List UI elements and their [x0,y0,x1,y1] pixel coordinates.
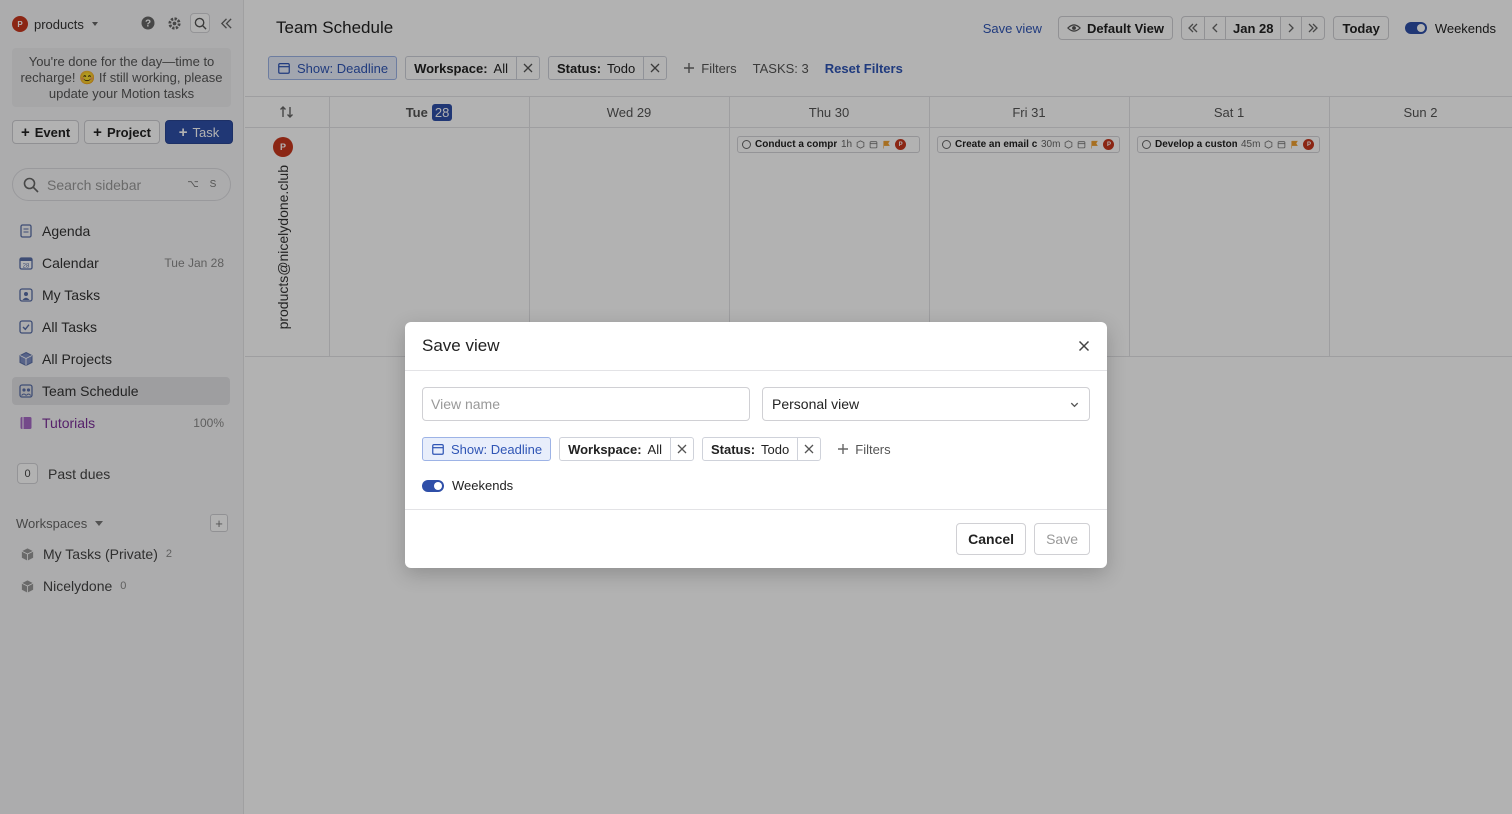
close-icon [804,444,814,454]
workspace-filter-key: Workspace: [568,441,642,457]
weekends-label: Weekends [452,478,514,493]
status-filter-key: Status: [710,441,756,457]
add-filter-button[interactable]: Filters [837,437,891,461]
remove-status-filter-button[interactable] [797,438,820,460]
remove-workspace-filter-button[interactable] [669,438,693,460]
workspace-filter-value: All [647,441,662,457]
show-deadline-label: Show: Deadline [451,441,543,457]
status-filter-value: Todo [761,441,790,457]
save-view-dialog: Save view Personal view Show: Deadline W… [405,322,1107,568]
visibility-value: Personal view [772,396,860,412]
save-button[interactable]: Save [1034,522,1090,555]
status-filter-chip[interactable]: Status: Todo [701,437,822,461]
visibility-select[interactable]: Personal view [762,387,1090,421]
dialog-title: Save view [422,336,500,355]
add-filter-label: Filters [855,441,891,457]
close-icon [677,444,687,454]
cancel-button[interactable]: Cancel [956,522,1027,555]
calendar-icon [432,444,444,455]
chevron-down-icon [1070,402,1079,407]
plus-icon [838,444,849,454]
view-name-input[interactable] [422,387,750,421]
weekends-toggle[interactable] [422,479,444,492]
close-icon [1078,340,1090,352]
show-deadline-chip[interactable]: Show: Deadline [422,437,552,461]
workspace-filter-chip[interactable]: Workspace: All [559,437,694,461]
close-dialog-button[interactable] [1078,340,1090,352]
